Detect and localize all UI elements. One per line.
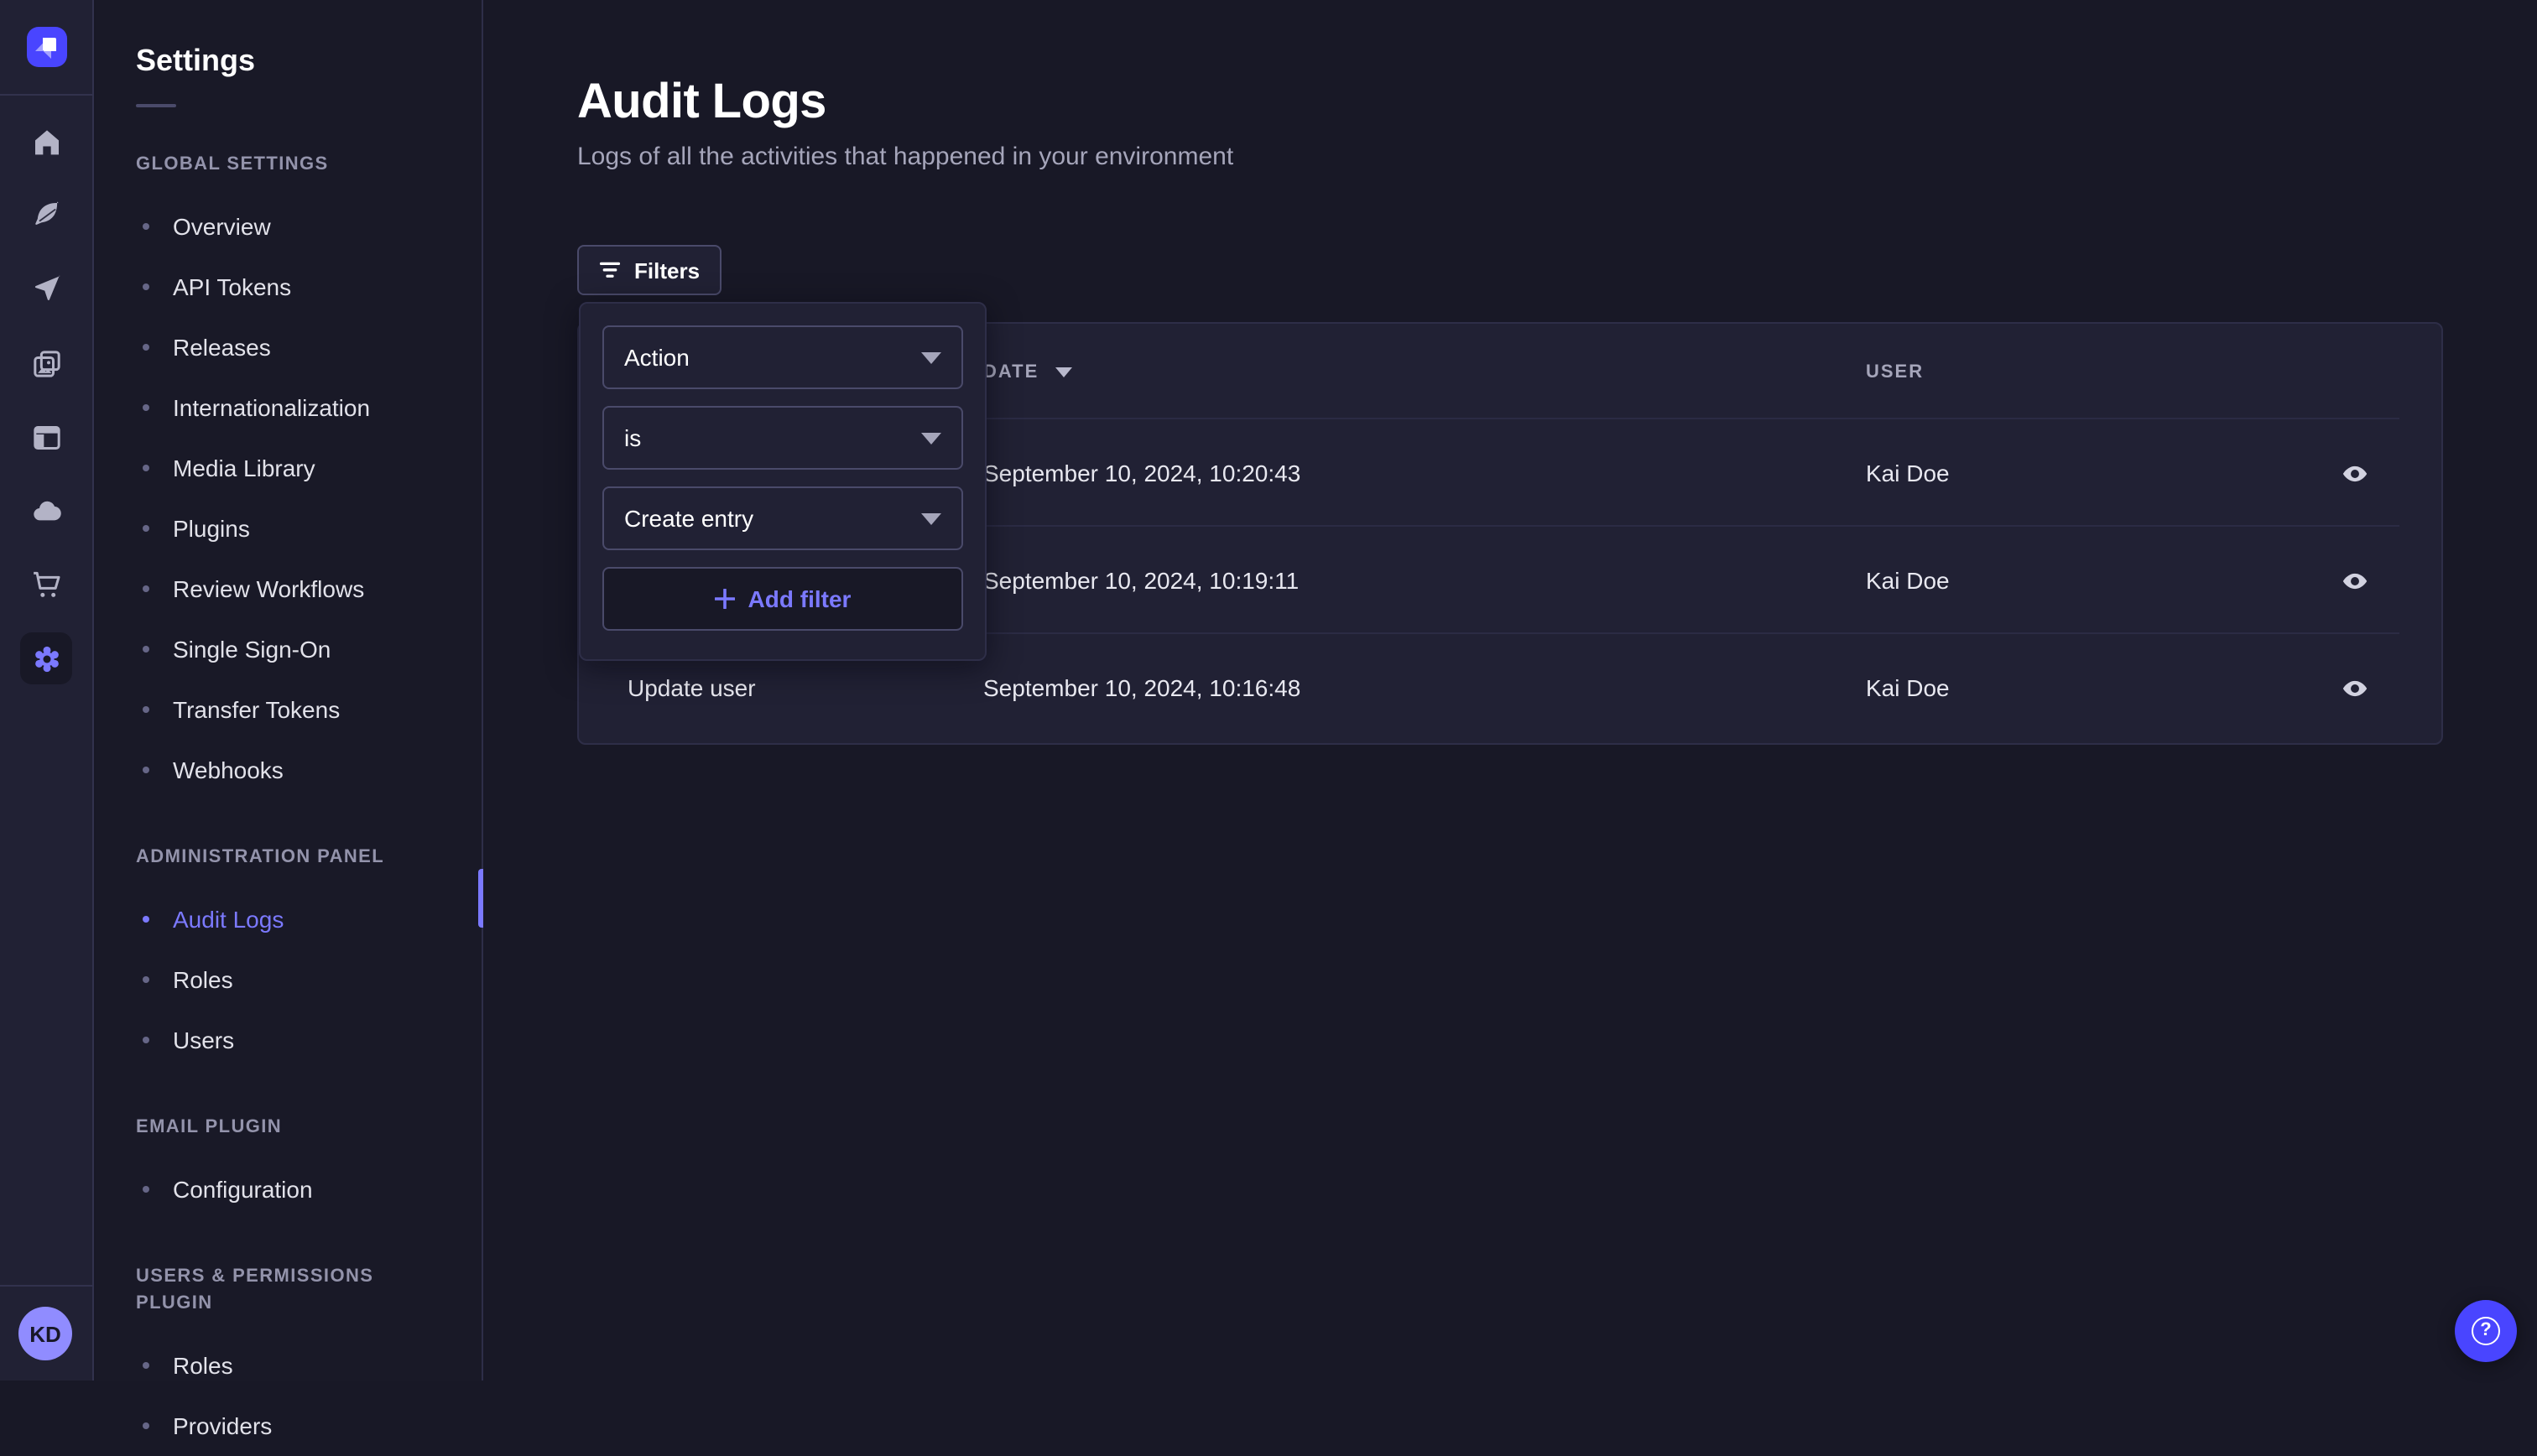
feather-icon: [29, 198, 63, 231]
sidebar-title: Settings: [136, 40, 482, 81]
filter-value-value: Create entry: [624, 505, 753, 532]
settings-gear-icon: [29, 642, 63, 675]
sidebar-item-releases[interactable]: Releases: [146, 317, 482, 377]
cell-date: September 10, 2024, 10:16:48: [983, 674, 1866, 701]
sidebar-section-label: USERS & PERMISSIONS PLUGIN: [136, 1263, 441, 1317]
sidebar-item-users[interactable]: Users: [146, 1010, 482, 1070]
eye-icon: [2341, 566, 2369, 595]
sidebar-item-transfer-tokens[interactable]: Transfer Tokens: [146, 679, 482, 740]
cell-user: Kai Doe: [1866, 567, 2269, 594]
sidebar-item-webhooks[interactable]: Webhooks: [146, 740, 482, 800]
sidebar-item-overview[interactable]: Overview: [146, 196, 482, 257]
sidebar-section-list: RolesProviders: [96, 1335, 482, 1456]
sidebar-item-review-workflows[interactable]: Review Workflows: [146, 559, 482, 619]
sidebar-item-single-sign-on[interactable]: Single Sign-On: [146, 619, 482, 679]
app-window: KD Settings GLOBAL SETTINGS OverviewAPI T…: [0, 0, 2537, 1381]
home-icon: [29, 126, 63, 159]
cell-action: Update user: [628, 674, 983, 701]
sidebar-item-audit-logs[interactable]: Audit Logs: [146, 889, 482, 949]
cart-icon: [29, 569, 63, 602]
sidebar-section-list: OverviewAPI TokensReleasesInternationali…: [96, 196, 482, 800]
workspace-header: [0, 0, 92, 96]
column-header-user[interactable]: USER: [1866, 361, 2269, 382]
column-header-date[interactable]: DATE: [983, 361, 1866, 382]
chevron-down-icon: [921, 432, 941, 444]
cloud-icon: [29, 495, 63, 528]
sidebar-section-list: Audit LogsRolesUsers: [96, 889, 482, 1070]
main-nav-rail: KD: [0, 0, 94, 1381]
sidebar-item-internationalization[interactable]: Internationalization: [146, 377, 482, 438]
user-avatar[interactable]: KD: [18, 1307, 72, 1360]
sidebar-section-list: Configuration: [96, 1159, 482, 1219]
filter-operator-select[interactable]: is: [602, 406, 963, 470]
sidebar-item-roles[interactable]: Roles: [146, 949, 482, 1010]
sidebar-item-roles[interactable]: Roles: [146, 1335, 482, 1396]
page-subtitle: Logs of all the activities that happened…: [577, 143, 1233, 171]
sidebar-item-media-library[interactable]: Media Library: [146, 438, 482, 498]
settings-sidebar: Settings GLOBAL SETTINGS OverviewAPI Toke…: [96, 0, 483, 1381]
active-item-indicator: [478, 869, 483, 928]
filter-field-select[interactable]: Action: [602, 325, 963, 389]
paper-plane-icon: [29, 272, 63, 305]
strapi-logo-glyph: [26, 27, 66, 67]
help-button[interactable]: ?: [2455, 1300, 2517, 1362]
filters-button[interactable]: Filters: [577, 245, 722, 295]
cell-date: September 10, 2024, 10:20:43: [983, 460, 1866, 486]
filters-button-label: Filters: [634, 257, 700, 283]
filter-field-value: Action: [624, 344, 690, 371]
filter-icon: [599, 260, 621, 280]
sidebar-item-plugins[interactable]: Plugins: [146, 498, 482, 559]
view-log-button[interactable]: [2331, 450, 2378, 497]
add-filter-label: Add filter: [748, 585, 852, 612]
sort-descending-icon: [1055, 367, 1072, 377]
add-filter-button[interactable]: Add filter: [602, 567, 963, 631]
cell-date: September 10, 2024, 10:19:11: [983, 567, 1866, 594]
sidebar-sections: GLOBAL SETTINGS OverviewAPI TokensRelease…: [96, 151, 482, 1456]
filters-popover: Action is Create entry Add filter: [579, 302, 987, 661]
eye-icon: [2341, 673, 2369, 702]
nav-settings-button[interactable]: [20, 632, 72, 684]
layout-icon: [29, 421, 63, 455]
sidebar-section-label: GLOBAL SETTINGS: [136, 151, 441, 178]
nav-content-type-builder-button[interactable]: [29, 421, 63, 455]
nav-media-library-button[interactable]: [29, 347, 63, 381]
nav-deploy-button[interactable]: [29, 495, 63, 528]
sidebar-section-label: ADMINISTRATION PANEL: [136, 844, 441, 871]
question-mark-icon: ?: [2472, 1317, 2500, 1345]
filter-value-select[interactable]: Create entry: [602, 486, 963, 550]
rail-divider: [0, 1285, 92, 1287]
strapi-logo[interactable]: [26, 27, 66, 67]
page-title: Audit Logs: [577, 74, 826, 131]
sidebar-item-configuration[interactable]: Configuration: [146, 1159, 482, 1219]
sidebar-section-label: EMAIL PLUGIN: [136, 1114, 441, 1141]
sidebar-item-api-tokens[interactable]: API Tokens: [146, 257, 482, 317]
sidebar-title-divider: [136, 104, 176, 107]
chevron-down-icon: [921, 512, 941, 524]
plus-icon: [715, 589, 735, 609]
nav-releases-button[interactable]: [29, 272, 63, 305]
view-log-button[interactable]: [2331, 664, 2378, 711]
nav-marketplace-button[interactable]: [29, 569, 63, 602]
filter-operator-value: is: [624, 424, 641, 451]
view-log-button[interactable]: [2331, 557, 2378, 604]
chevron-down-icon: [921, 351, 941, 363]
column-header-date-label: DATE: [983, 361, 1039, 382]
sidebar-item-providers[interactable]: Providers: [146, 1396, 482, 1456]
nav-home-button[interactable]: [29, 126, 63, 159]
nav-content-manager-button[interactable]: [29, 198, 63, 231]
media-library-icon: [29, 347, 63, 381]
cell-user: Kai Doe: [1866, 460, 2269, 486]
eye-icon: [2341, 459, 2369, 487]
cell-user: Kai Doe: [1866, 674, 2269, 701]
